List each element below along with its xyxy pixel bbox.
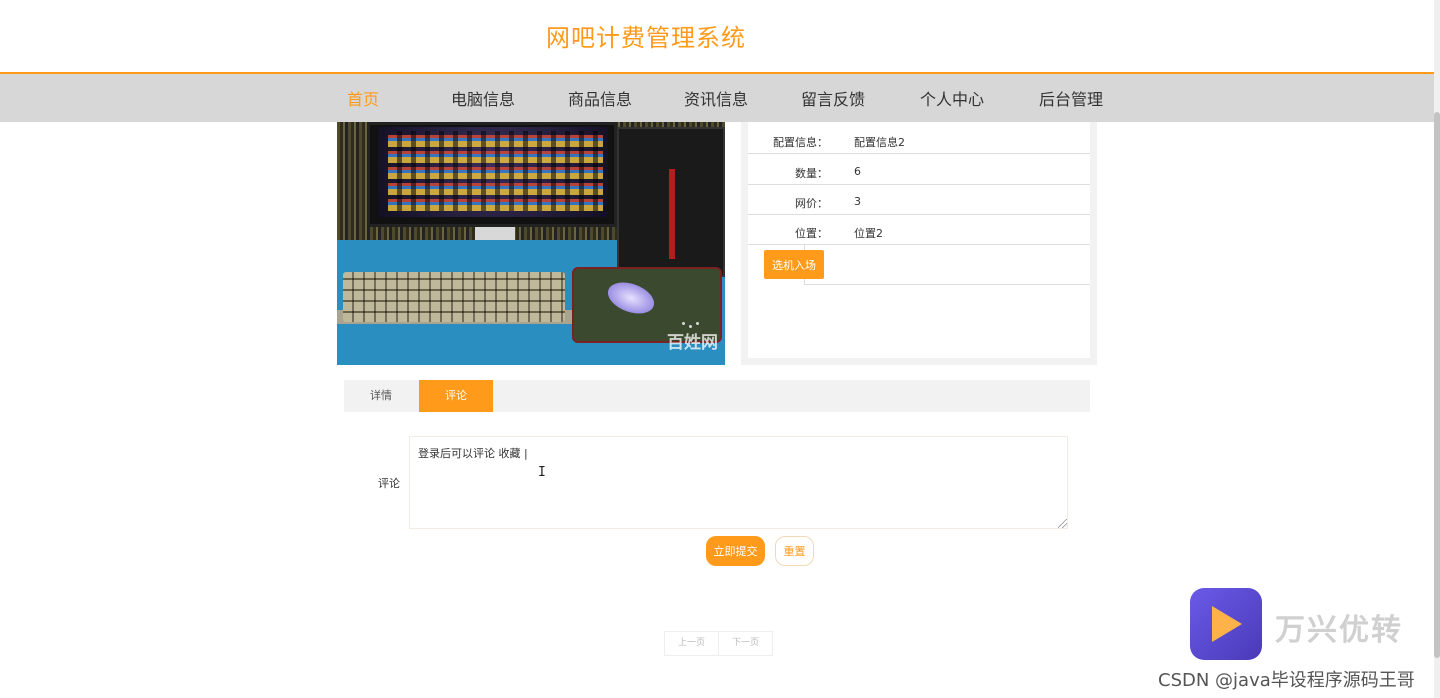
photo-desktop-icons: [388, 131, 603, 211]
photo-monitor: [367, 122, 617, 227]
info-label: 配置信息：: [773, 136, 828, 149]
info-row-config: 配置信息： 配置信息2: [748, 124, 1090, 154]
prev-page-button[interactable]: 上一页: [665, 632, 720, 655]
submit-button[interactable]: 立即提交: [706, 536, 765, 566]
image-watermark: 百姓网: [667, 333, 718, 353]
photo-pc-tower: [617, 127, 725, 277]
nav-item-goods[interactable]: 商品信息: [568, 86, 632, 110]
text-cursor-icon: I: [538, 465, 546, 480]
photo-screen: [378, 127, 608, 217]
nav-item-feedback[interactable]: 留言反馈: [801, 86, 865, 110]
comment-textarea[interactable]: 登录后可以评论 收藏 |: [409, 436, 1068, 529]
scrollbar[interactable]: [1434, 0, 1440, 698]
site-header: 网吧计费管理系统: [0, 0, 1434, 72]
app-logo-icon: [1190, 588, 1262, 660]
photo-keyboard: [343, 272, 565, 322]
next-page-button[interactable]: 下一页: [719, 632, 772, 655]
book-seat-button[interactable]: 选机入场: [764, 250, 824, 279]
reset-button[interactable]: 重置: [775, 536, 814, 566]
info-row-location: 位置： 位置2: [748, 215, 1090, 245]
info-value: 配置信息2: [854, 136, 905, 149]
info-label: 数量：: [795, 167, 828, 180]
site-title: 网吧计费管理系统: [546, 24, 746, 52]
nav-item-computers[interactable]: 电脑信息: [451, 86, 515, 110]
info-label: 位置：: [795, 227, 828, 240]
product-info-card: 配置信息： 配置信息2 数量： 6 网价： 3 位置： 位置2 选机入场: [748, 122, 1090, 358]
info-value: 3: [854, 195, 861, 208]
credit-watermark: CSDN @java毕设程序源码王哥: [1158, 670, 1415, 691]
tab-comments[interactable]: 评论: [419, 380, 493, 412]
computer-photo: 百姓网: [337, 122, 725, 365]
main-nav: 首页 电脑信息 商品信息 资讯信息 留言反馈 个人中心 后台管理: [0, 72, 1434, 122]
info-row-price: 网价： 3: [748, 185, 1090, 215]
nav-item-profile[interactable]: 个人中心: [920, 86, 984, 110]
play-icon: [1212, 606, 1242, 642]
detail-tabs: 详情 评论: [344, 380, 1090, 412]
nav-item-admin[interactable]: 后台管理: [1039, 86, 1103, 110]
photo-tower-stripe: [669, 169, 675, 259]
divider: [804, 284, 1090, 285]
nav-item-news[interactable]: 资讯信息: [684, 86, 748, 110]
photo-monitor-stand: [475, 227, 515, 241]
resize-grip-icon[interactable]: [1058, 519, 1067, 528]
product-info-panel: 配置信息： 配置信息2 数量： 6 网价： 3 位置： 位置2 选机入场: [741, 122, 1097, 365]
nav-item-home[interactable]: 首页: [347, 86, 379, 110]
info-value: 6: [854, 165, 861, 178]
scrollbar-thumb[interactable]: [1434, 112, 1440, 658]
watermark-dot: [682, 322, 685, 325]
info-row-quantity: 数量： 6: [748, 155, 1090, 185]
pagination: 上一页 下一页: [664, 631, 774, 656]
app-watermark-name: 万兴优转: [1275, 613, 1403, 648]
tab-details[interactable]: 详情: [344, 380, 418, 412]
watermark-dot: [696, 322, 699, 325]
info-label: 网价：: [795, 197, 828, 210]
comment-label: 评论: [378, 477, 400, 490]
info-value: 位置2: [854, 227, 883, 240]
